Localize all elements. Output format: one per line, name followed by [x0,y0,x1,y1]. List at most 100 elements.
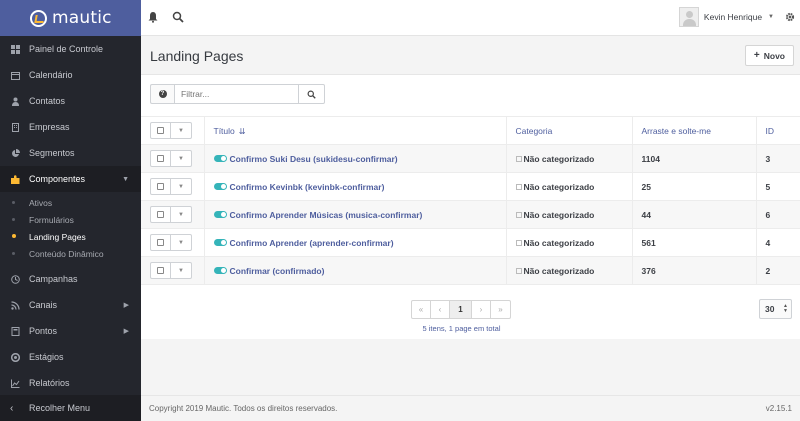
row-id: 2 [756,256,800,285]
row-id: 3 [756,144,800,173]
per-page-select[interactable]: 30 ▲ ▼ [759,299,792,319]
table-row: ▼ Confirmo Kevinbk (kevinbk-confirmar) N… [141,172,800,201]
header-hits[interactable]: Arraste e solte-me [632,116,757,145]
sidebar-item-calendar[interactable]: Calendário [0,62,141,88]
question-icon: ? [158,90,167,98]
toggle-on-icon[interactable] [213,183,227,190]
sidebar-item-segments[interactable]: Segmentos [0,140,141,166]
chevron-down-icon[interactable]: ▼ [171,151,191,166]
pagination-next-button[interactable]: › [472,301,491,318]
sidebar-item-dashboard[interactable]: Painel de Controle [0,36,141,62]
toggle-on-icon[interactable] [213,211,227,218]
main-content: Landing Pages + Novo ? ▼ [141,36,800,421]
row-category-cell: Não categorizado [506,144,633,173]
row-checkbox-group[interactable]: ▼ [150,178,192,195]
pagination-first-button[interactable]: « [412,301,431,318]
row-title-link[interactable]: Confirmar (confirmado) [230,266,325,276]
bell-icon[interactable] [147,11,161,25]
chevron-down-icon[interactable]: ▼ [171,179,191,194]
filter-input[interactable] [174,84,299,104]
subnav-item-forms[interactable]: Formulários [0,211,141,228]
stages-icon [10,352,20,362]
search-icon [307,90,316,99]
row-title-link[interactable]: Confirmo Aprender (aprender-confirmar) [230,238,394,248]
plus-icon: + [753,50,760,61]
row-checkbox-group[interactable]: ▼ [150,150,192,167]
search-icon[interactable] [172,11,186,25]
sidebar-item-label: Empresas [29,122,70,132]
sidebar-item-channels[interactable]: Canais ▶ [0,292,141,318]
row-checkbox[interactable] [151,151,171,166]
subnav-item-assets[interactable]: Ativos [0,194,141,211]
sidebar-item-label: Canais [29,300,58,310]
row-title-cell: Confirmo Suki Desu (sukidesu-confirmar) [204,144,507,173]
chevron-down-icon[interactable]: ▼ [171,123,191,138]
row-hits: 1104 [632,144,757,173]
table-header-row: ▼ Título ⇊ Categoria Arraste e solte-me I… [141,116,800,145]
row-select: ▼ [141,144,205,173]
chevron-down-icon[interactable]: ▼ [171,207,191,222]
bullet-icon [12,218,15,221]
row-checkbox[interactable] [151,263,171,278]
row-checkbox[interactable] [151,235,171,250]
new-button[interactable]: + Novo [744,45,794,66]
bullet-icon [12,234,16,238]
row-title-link[interactable]: Confirmo Aprender Músicas (musica-confir… [230,210,423,220]
toggle-on-icon[interactable] [213,239,227,246]
row-category: Não categorizado [523,209,595,220]
row-category-cell: Não categorizado [506,172,633,201]
header-category[interactable]: Categoria [506,116,633,145]
collapse-menu-button[interactable]: ‹ Recolher Menu [0,395,141,421]
table-row: ▼ Confirmo Suki Desu (sukidesu-confirmar… [141,144,800,173]
dashboard-icon [10,44,20,54]
sidebar-item-companies[interactable]: Empresas [0,114,141,140]
sidebar-item-campaigns[interactable]: Campanhas [0,266,141,292]
pagination-page-1[interactable]: 1 [450,301,472,318]
chevron-down-icon[interactable]: ▼ [171,263,191,278]
filter-help-button[interactable]: ? [150,84,174,104]
row-title-link[interactable]: Confirmo Kevinbk (kevinbk-confirmar) [230,182,385,192]
row-checkbox-group[interactable]: ▼ [150,234,192,251]
sidebar-item-stages[interactable]: Estágios [0,344,141,370]
pagination-last-button[interactable]: » [491,301,510,318]
new-button-label: Novo [763,50,785,61]
rss-icon [10,300,20,310]
filter-search-button[interactable] [299,84,325,104]
sidebar-item-label: Estágios [29,352,64,362]
avatar [678,7,699,27]
toggle-on-icon[interactable] [213,155,227,162]
copyright-text: Copyright 2019 Mautic. Todos os direitos… [149,404,338,413]
gear-icon[interactable] [785,12,795,25]
user-menu[interactable]: Kevin Henrique ▼ [678,7,774,27]
row-checkbox-group[interactable]: ▼ [150,262,192,279]
sidebar-item-reports[interactable]: Relatórios [0,370,141,396]
table-row: ▼ Confirmo Aprender Músicas (musica-conf… [141,200,800,229]
sidebar-item-contacts[interactable]: Contatos [0,88,141,114]
header-id[interactable]: ID [756,116,800,145]
row-select: ▼ [141,200,205,229]
puzzle-icon [10,174,20,184]
subnav-item-landing-pages[interactable]: Landing Pages [0,228,141,245]
row-checkbox[interactable] [151,207,171,222]
row-title-cell: Confirmo Aprender (aprender-confirmar) [204,228,507,257]
checkbox-icon [157,267,164,274]
pagination-prev-button[interactable]: ‹ [431,301,450,318]
row-select: ▼ [141,228,205,257]
sidebar-item-components[interactable]: Componentes ▼ [0,166,141,192]
chevron-down-icon[interactable]: ▼ [171,235,191,250]
page-header: Landing Pages + Novo [141,36,800,75]
select-all-checkbox-group[interactable]: ▼ [150,122,192,139]
row-checkbox-group[interactable]: ▼ [150,206,192,223]
select-all-checkbox[interactable] [151,123,171,138]
row-select: ▼ [141,172,205,201]
row-hits: 561 [632,228,757,257]
subnav-item-dynamic-content[interactable]: Conteúdo Dinâmico [0,245,141,262]
toggle-on-icon[interactable] [213,267,227,274]
category-color-icon [515,211,522,218]
chevron-left-icon: ‹ [10,402,14,414]
row-checkbox[interactable] [151,179,171,194]
row-title-link[interactable]: Confirmo Suki Desu (sukidesu-confirmar) [230,154,398,164]
header-title[interactable]: Título ⇊ [204,116,507,145]
logo[interactable]: mautic [0,0,141,36]
sidebar-item-points[interactable]: Pontos ▶ [0,318,141,344]
